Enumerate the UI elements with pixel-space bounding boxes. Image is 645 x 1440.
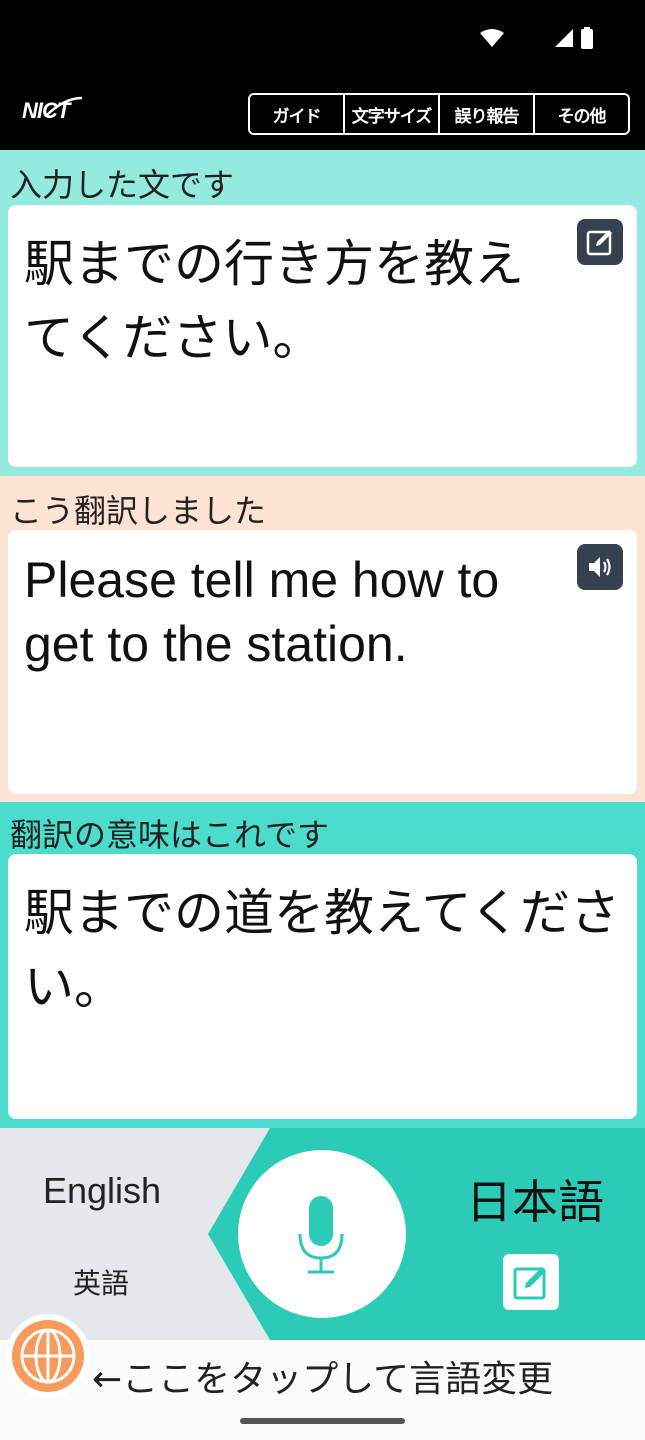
speaker-icon bbox=[589, 557, 611, 577]
back-translation-text: 駅までの道を教えてください。 bbox=[24, 884, 620, 1016]
english-language-label: English bbox=[43, 1170, 162, 1211]
input-section: 入力した文です 駅までの行き方を教えてください。 bbox=[0, 150, 645, 476]
input-label: 入力した文です bbox=[10, 166, 235, 204]
translation-label: こう翻訳しました bbox=[10, 492, 267, 530]
text-input-button[interactable] bbox=[503, 1254, 559, 1310]
english-native-label: 英語 bbox=[73, 1267, 130, 1300]
back-translation-section: 翻訳の意味はこれです 駅までの道を教えてください。 bbox=[0, 802, 645, 1128]
network-type: LTE bbox=[511, 26, 547, 48]
guide-button[interactable]: ガイド bbox=[250, 95, 345, 133]
edit-icon bbox=[586, 230, 612, 256]
status-icons: LTE bbox=[479, 26, 593, 49]
font-size-button[interactable]: 文字サイズ bbox=[345, 95, 440, 133]
translation-text-box: Please tell me how to get to the station… bbox=[8, 530, 637, 794]
input-text: 駅までの行き方を教えてください。 bbox=[24, 235, 524, 367]
back-translation-label: 翻訳の意味はこれです bbox=[10, 816, 330, 854]
other-button[interactable]: その他 bbox=[535, 95, 628, 133]
globe-icon bbox=[12, 1320, 84, 1392]
status-time: 15:00 bbox=[60, 26, 113, 49]
navigation-handle[interactable] bbox=[240, 1418, 405, 1424]
language-change-button[interactable] bbox=[6, 1314, 90, 1398]
japanese-language-label: 日本語 bbox=[466, 1175, 604, 1229]
error-report-button[interactable]: 誤り報告 bbox=[440, 95, 535, 133]
microphone-button[interactable] bbox=[238, 1150, 406, 1318]
input-text-box[interactable]: 駅までの行き方を教えてください。 bbox=[8, 205, 637, 467]
edit-input-button[interactable] bbox=[577, 219, 623, 265]
battery-icon bbox=[581, 26, 593, 49]
edit-icon bbox=[513, 1267, 546, 1300]
back-translation-text-box: 駅までの道を教えてください。 bbox=[8, 854, 637, 1119]
language-change-hint[interactable]: ←ここをタップして言語変更 bbox=[92, 1350, 553, 1402]
wifi-icon bbox=[479, 28, 504, 47]
translation-text: Please tell me how to get to the station… bbox=[24, 552, 500, 672]
translation-section: こう翻訳しました Please tell me how to get to th… bbox=[0, 476, 645, 802]
microphone-icon bbox=[298, 1196, 344, 1274]
header-menu: ガイド 文字サイズ 誤り報告 その他 bbox=[248, 93, 630, 135]
signal-icon bbox=[555, 28, 573, 47]
speak-translation-button[interactable] bbox=[577, 544, 623, 590]
logo-swoosh-icon bbox=[45, 96, 83, 117]
